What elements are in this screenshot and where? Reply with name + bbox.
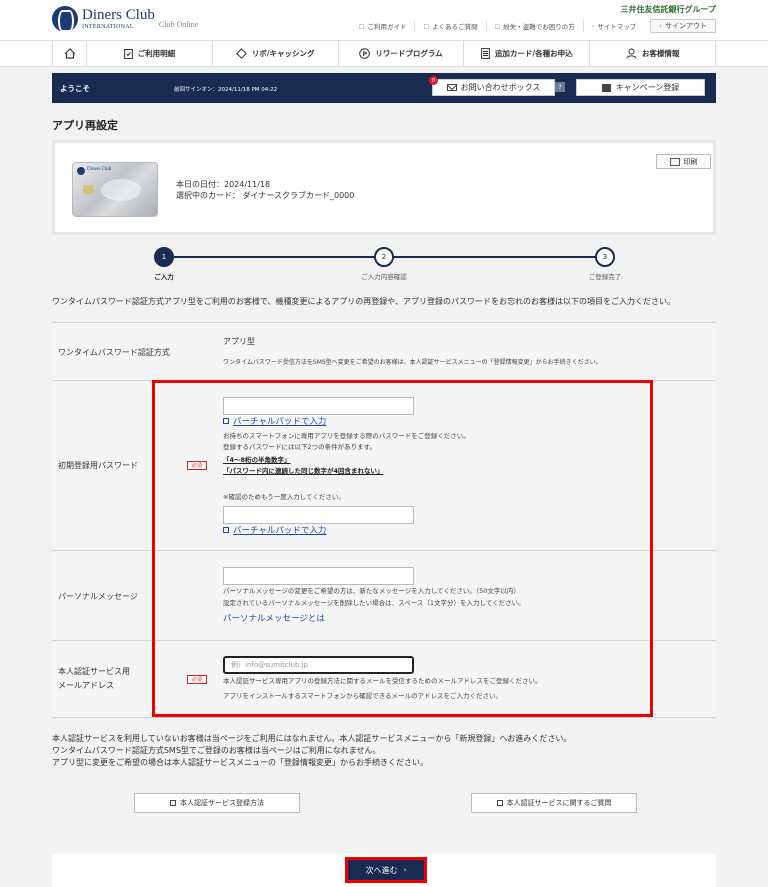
link-lost[interactable]: □ 紛失・盗難でお困りの方 — [485, 20, 583, 32]
link-sitemap[interactable]: › サイトマップ — [582, 20, 644, 32]
inbox-button[interactable]: 0 お問い合わせボックス — [429, 76, 555, 96]
step-3-label: ご登録完了 — [588, 273, 622, 281]
card-info: 本日の日付：2024/11/18 選択中のカード： ダイナースクラブカード_00… — [176, 179, 354, 201]
personal-label: パーソナルメッセージ — [58, 592, 138, 601]
card-image: Diners Club — [72, 162, 158, 217]
step-1-label: ご入力 — [154, 273, 174, 281]
nav-reward[interactable]: P リワードプログラム — [337, 41, 464, 66]
intro-text: ワンタイムパスワード認証方式アプリ型をご利用のお客様で、機種変更によるアプリの再… — [52, 297, 676, 306]
otp-note: ワンタイムパスワード受信方法をSMS型へ変更をご希望のお客様は、本人認証サービス… — [223, 359, 602, 366]
home-icon — [64, 48, 75, 59]
square-icon: □ — [423, 22, 430, 30]
welcome-text: ようこそ — [60, 84, 90, 93]
next-button[interactable]: 次へ進む › — [345, 857, 427, 883]
card-chip-icon — [83, 185, 94, 194]
square-icon: □ — [358, 22, 365, 30]
square-icon: □ — [494, 22, 501, 30]
diamond-icon — [235, 48, 247, 59]
group-name: 三井住友信託銀行グループ — [620, 5, 716, 14]
next-area: 次へ進む › — [52, 854, 716, 887]
email-label-1: 本人認証サービス用 — [58, 667, 130, 676]
brand-name: Diners Club — [82, 7, 155, 23]
chevron-right-icon: › — [659, 22, 662, 30]
footer-note-3: アプリ型に変更をご希望の場合は本人認証サービスメニューの「登録情報変更」からお手… — [52, 758, 428, 767]
footer-note-2: ワンタイムパスワード認証方式SMS型でご登録のお客様は当ページはご利用になれませ… — [52, 746, 381, 755]
nav-statement[interactable]: ご利用明細 — [86, 41, 212, 66]
auth-register-guide-button[interactable]: 本人認証サービス登録方法 — [134, 793, 300, 813]
card-panel: Diners Club 本日の日付：2024/11/18 選択中のカード： ダイ… — [52, 140, 716, 235]
chevron-right-icon: › — [591, 22, 595, 30]
step-2-label: ご入力内容確認 — [361, 273, 407, 281]
step-3: 3 — [595, 247, 615, 267]
row-otp-method: ワンタイムパスワード認証方式 アプリ型 ワンタイムパスワード受信方法をSMS型へ… — [52, 322, 716, 380]
inbox-help[interactable]: ? — [555, 82, 565, 92]
nav-home[interactable] — [52, 41, 86, 66]
brand-online: Club Online — [158, 20, 199, 29]
brand-sub: INTERNATIONAL — [82, 24, 134, 30]
diners-club-logo[interactable]: Diners Club INTERNATIONAL Club Online — [52, 5, 198, 33]
printer-icon — [669, 157, 680, 166]
link-guide[interactable]: □ ご利用ガイド — [351, 20, 415, 32]
card-brand: Diners Club — [87, 167, 112, 172]
today-date: 本日の日付：2024/11/18 — [176, 180, 271, 189]
nav-customer-info[interactable]: お客様情報 — [589, 41, 716, 66]
highlight-box — [152, 380, 653, 717]
page-title: アプリ再設定 — [52, 119, 118, 132]
footer-notes: 本人認証サービスを利用していないお客様は当ページをご利用にはなれません。本人認証… — [52, 733, 571, 769]
campaign-button[interactable]: キャンペーン登録 — [576, 79, 705, 96]
svg-text:P: P — [363, 51, 368, 58]
user-icon — [626, 48, 637, 59]
gift-icon — [601, 83, 611, 92]
utility-links: □ ご利用ガイド □ よくあるご質問 □ 紛失・盗難でお困りの方 › サイトマップ › サ… — [351, 19, 716, 33]
welcome-bar: ようこそ 前回サインオン：2024/11/18 PM 04:22 0 お問い合わ… — [52, 73, 716, 103]
auth-faq-button[interactable]: 本人認証サービスに関するご質問 — [471, 793, 637, 813]
envelope-icon — [446, 84, 457, 91]
document-icon — [481, 48, 490, 59]
nav-revo-cashing[interactable]: リボ/キャッシング — [211, 41, 338, 66]
email-label-2: メールアドレス — [58, 681, 114, 690]
globe-map-icon — [101, 179, 141, 201]
otp-label: ワンタイムパスワード認証方式 — [58, 348, 170, 357]
password-label: 初期登録用パスワード — [58, 461, 138, 470]
square-icon — [170, 800, 176, 806]
signout-button[interactable]: › サインアウト — [650, 19, 716, 33]
step-2: 2 — [374, 247, 394, 267]
footer-note-1: 本人認証サービスを利用していないお客様は当ページをご利用にはなれません。本人認証… — [52, 734, 572, 743]
global-nav: ご利用明細 リボ/キャッシング P リワードプログラム 追加カード/各種お申込 … — [0, 40, 768, 67]
clipboard-icon — [123, 48, 133, 59]
chevron-right-icon: › — [403, 866, 407, 874]
card-logo-icon — [77, 167, 85, 175]
top-header: Diners Club INTERNATIONAL Club Online 三井… — [0, 0, 768, 40]
selected-card: 選択中のカード： ダイナースクラブカード_0000 — [176, 191, 355, 200]
step-1: 1 — [154, 247, 174, 267]
inbox-badge: 0 — [429, 76, 438, 85]
diners-logo-icon — [52, 6, 78, 32]
square-icon — [496, 800, 503, 806]
nav-additional-card[interactable]: 追加カード/各種お申込 — [463, 41, 589, 66]
points-icon: P — [359, 48, 371, 59]
last-signin: 前回サインオン：2024/11/18 PM 04:22 — [174, 87, 278, 93]
link-faq[interactable]: □ よくあるご質問 — [414, 20, 485, 32]
otp-value: アプリ型 — [223, 337, 255, 346]
print-button[interactable]: 印刷 — [656, 154, 711, 169]
